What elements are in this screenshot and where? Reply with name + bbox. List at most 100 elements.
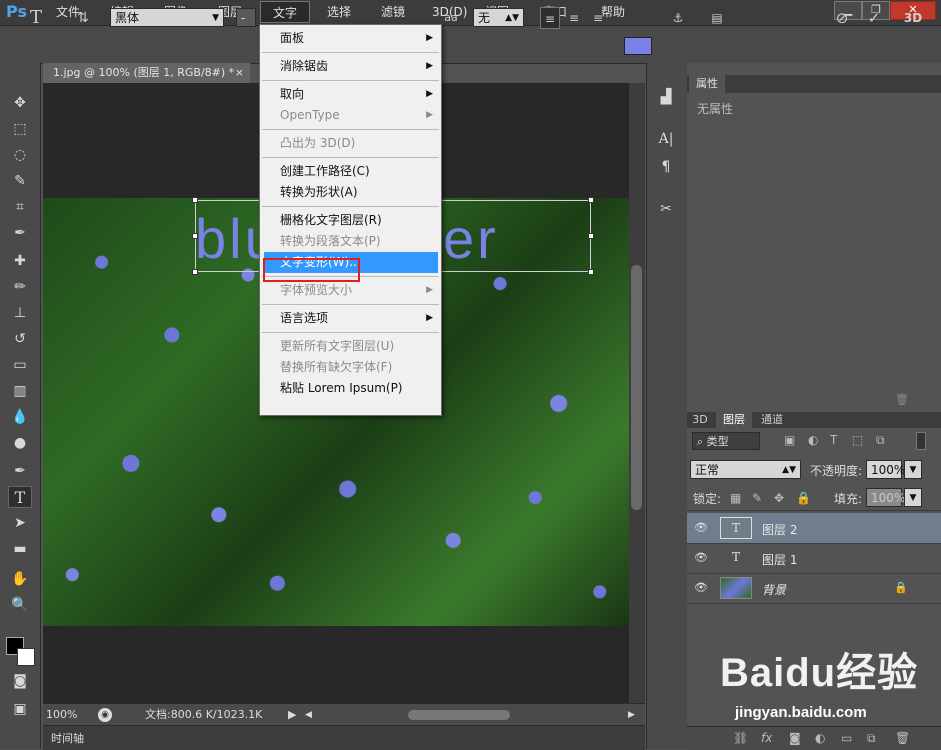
zoom-level[interactable]: 100% <box>46 704 77 726</box>
font-style-select[interactable]: - <box>236 8 256 27</box>
filter-toggle[interactable] <box>916 432 926 450</box>
antialias-select[interactable]: 无 ▲▼ <box>473 8 524 27</box>
dodge-tool-icon[interactable]: ● <box>8 432 32 454</box>
link-layers-icon[interactable]: ⛓ <box>733 731 748 745</box>
paragraph-panel-icon[interactable]: ¶ <box>654 156 678 178</box>
fill-input[interactable]: 100% <box>866 488 905 507</box>
horizontal-scroll-thumb[interactable] <box>408 710 510 720</box>
type-menu-item[interactable]: 创建工作路径(C) <box>260 161 441 182</box>
type-menu-item[interactable]: 面板 ▶ <box>260 28 441 49</box>
lasso-tool-icon[interactable]: ◌ <box>8 144 32 166</box>
type-menu-item[interactable]: OpenType ▶ <box>260 105 441 126</box>
history-panel-icon[interactable]: ▟ <box>654 86 678 108</box>
layer-filter-select[interactable]: ⌕ 类型 <box>692 432 760 450</box>
type-tool-preset-icon[interactable]: T <box>22 7 50 29</box>
trash-icon[interactable]: 🗑 <box>895 393 909 406</box>
fill-dropdown-icon[interactable]: ▼ <box>904 488 922 507</box>
lock-position-icon[interactable]: ✥ <box>774 491 784 505</box>
move-tool-icon[interactable]: ✥ <box>8 92 32 114</box>
layer-name[interactable]: 图层 2 <box>762 521 797 538</box>
type-menu-item[interactable]: 字体预览大小 ▶ <box>260 280 441 301</box>
warp-text-icon[interactable]: ⚓ <box>668 7 688 29</box>
gradient-tool-icon[interactable]: ▥ <box>8 380 32 402</box>
align-center-icon[interactable]: ≡ <box>564 7 584 29</box>
type-menu-item[interactable]: 替换所有缺欠字体(F) <box>260 357 441 378</box>
tab-layers[interactable]: 图层 <box>716 412 752 428</box>
tab-properties[interactable]: 属性 <box>689 75 725 93</box>
clone-stamp-tool-icon[interactable]: ⊥ <box>8 302 32 324</box>
marquee-tool-icon[interactable]: ⬚ <box>8 118 32 140</box>
opacity-dropdown-icon[interactable]: ▼ <box>904 460 922 479</box>
rectangle-tool-icon[interactable]: ▬ <box>8 538 32 560</box>
menu-5[interactable]: 选择(S) <box>316 0 362 44</box>
visibility-eye-icon[interactable]: 👁 <box>694 551 708 565</box>
quick-select-tool-icon[interactable]: ✎ <box>8 170 32 192</box>
filter-pixel-icon[interactable]: ▣ <box>784 433 795 447</box>
quick-mask-icon[interactable]: ◙ <box>8 670 32 692</box>
layer-name[interactable]: 背景 <box>762 581 786 598</box>
lock-transparency-icon[interactable]: ▦ <box>730 491 741 505</box>
close-document-icon[interactable]: × <box>235 63 244 83</box>
crop-tool-icon[interactable]: ⌗ <box>8 196 32 218</box>
type-tool-icon[interactable]: T <box>8 486 32 508</box>
align-left-icon[interactable]: ≡ <box>540 7 560 29</box>
text-orientation-icon[interactable]: ⇅ <box>72 7 94 29</box>
pen-tool-icon[interactable]: ✒ <box>8 460 32 482</box>
filter-smartobject-icon[interactable]: ⧉ <box>876 433 885 448</box>
delete-layer-icon[interactable]: 🗑 <box>895 731 910 745</box>
3d-mode-button[interactable]: 3D <box>900 7 926 29</box>
history-brush-tool-icon[interactable]: ↺ <box>8 328 32 350</box>
blur-tool-icon[interactable]: 💧 <box>8 406 32 428</box>
zoom-tool-icon[interactable]: 🔍 <box>8 594 32 616</box>
type-menu-item[interactable]: 语言选项 ▶ <box>260 308 441 329</box>
brush-tool-icon[interactable]: ✏ <box>8 276 32 298</box>
filter-shape-icon[interactable]: ⬚ <box>852 433 863 447</box>
hand-tool-icon[interactable]: ✋ <box>8 568 32 590</box>
font-family-select[interactable]: 黑体 ▼ <box>110 8 224 27</box>
lock-all-icon[interactable]: 🔒 <box>796 491 811 505</box>
vertical-scroll-thumb[interactable] <box>631 265 642 510</box>
align-right-icon[interactable]: ≡ <box>588 7 608 29</box>
healing-brush-tool-icon[interactable]: ✚ <box>8 250 32 272</box>
timeline-tab[interactable]: 时间轴 <box>51 730 84 746</box>
blend-mode-select[interactable]: 正常 ▲▼ <box>690 460 801 479</box>
cancel-icon[interactable]: ⊘ <box>832 7 852 29</box>
adjustment-layer-icon[interactable]: ◐ <box>815 731 825 745</box>
transform-handle[interactable] <box>588 269 594 275</box>
new-group-icon[interactable]: ▭ <box>841 731 852 745</box>
type-menu-item[interactable]: 消除锯齿 ▶ <box>260 56 441 77</box>
visibility-eye-icon[interactable]: 👁 <box>694 521 708 535</box>
path-selection-tool-icon[interactable]: ➤ <box>8 512 32 534</box>
menu-6[interactable]: 滤镜(T) <box>370 0 416 44</box>
transform-handle[interactable] <box>192 269 198 275</box>
layer-name[interactable]: 图层 1 <box>762 551 797 568</box>
status-menu-arrow-icon[interactable]: ▶ <box>288 704 296 726</box>
transform-handle[interactable] <box>192 233 198 239</box>
type-menu-item[interactable]: 取向 ▶ <box>260 84 441 105</box>
type-menu-item[interactable]: 粘贴 Lorem Ipsum(P) <box>260 378 441 399</box>
tool-presets-icon[interactable]: ✂ <box>654 198 678 220</box>
tab-channels[interactable]: 通道 <box>756 412 788 428</box>
type-menu-item[interactable]: 栅格化文字图层(R) <box>260 210 441 231</box>
tab-3d[interactable]: 3D <box>689 412 711 428</box>
new-layer-icon[interactable]: ⧉ <box>867 731 876 746</box>
opacity-input[interactable]: 100% <box>866 460 905 479</box>
text-color-swatch[interactable] <box>624 37 652 55</box>
type-menu-item[interactable]: 转换为形状(A) <box>260 182 441 203</box>
type-menu-item[interactable]: 转换为段落文本(P) <box>260 231 441 252</box>
character-panel-icon[interactable]: A| <box>654 128 678 150</box>
document-tab[interactable]: 1.jpg @ 100% (图层 1, RGB/8#) * × <box>43 63 250 83</box>
background-color-swatch[interactable] <box>17 648 35 666</box>
add-mask-icon[interactable]: ◙ <box>789 731 801 745</box>
transform-handle[interactable] <box>588 197 594 203</box>
scroll-right-icon[interactable]: ▶ <box>628 704 635 726</box>
layer-style-icon[interactable]: fx <box>761 731 772 745</box>
transform-handle[interactable] <box>192 197 198 203</box>
status-info-icon[interactable]: ◉ <box>98 708 112 722</box>
filter-type-icon[interactable]: T <box>830 433 837 447</box>
scroll-left-icon[interactable]: ◀ <box>305 704 312 726</box>
eyedropper-tool-icon[interactable]: ✒ <box>8 222 32 244</box>
screen-mode-icon[interactable]: ▣ <box>8 698 32 720</box>
commit-icon[interactable]: ✓ <box>864 7 884 29</box>
transform-handle[interactable] <box>588 233 594 239</box>
